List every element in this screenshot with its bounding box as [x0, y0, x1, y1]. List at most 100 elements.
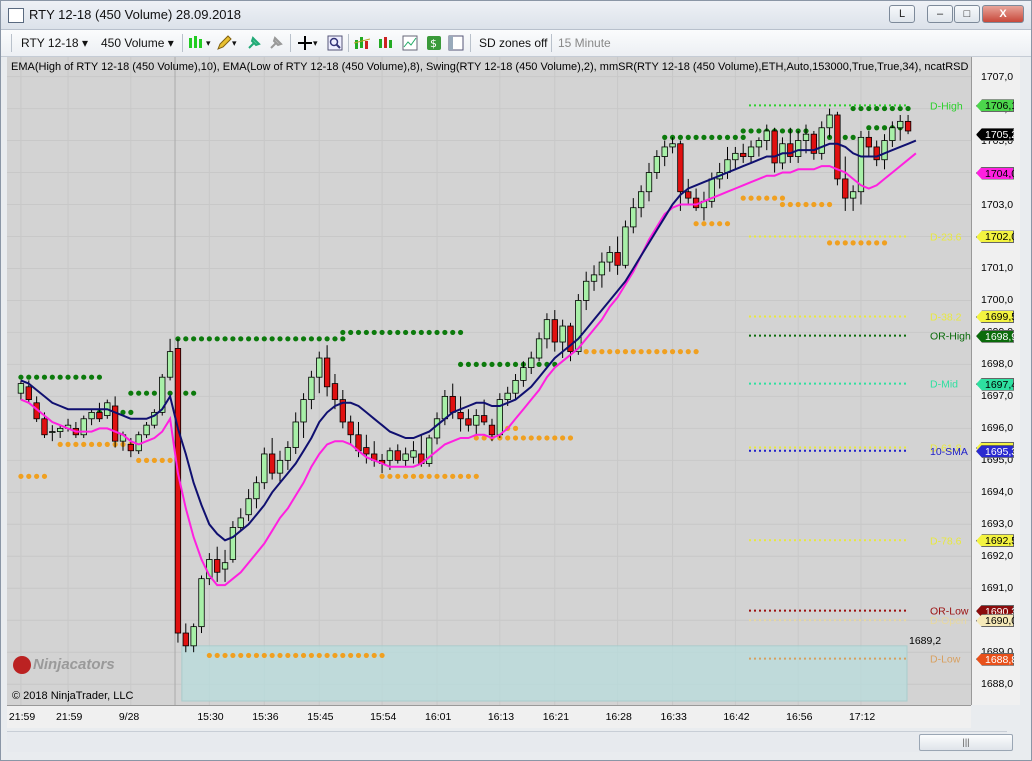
swing-low-dot	[842, 240, 848, 246]
pin-gray-icon[interactable]	[268, 35, 284, 51]
swing-low-dot	[881, 240, 888, 246]
scrollbar-thumb[interactable]: |||	[919, 734, 1013, 751]
candle-up	[316, 357, 323, 378]
candle-up	[308, 376, 315, 400]
candle-up	[229, 527, 237, 560]
bar-style-icon[interactable]	[188, 35, 204, 51]
price-tick-label: 1697,0	[981, 390, 1014, 403]
chart-properties-icon[interactable]	[402, 35, 418, 51]
swing-low-dot	[850, 240, 856, 246]
title-bar[interactable]: RTY 12-18 (450 Volume) 28.09.2018 L – □ …	[1, 1, 1031, 30]
toolbar-separator	[182, 34, 183, 52]
period-selector[interactable]: 450 Volume ▾	[101, 34, 174, 52]
candle-up	[653, 156, 660, 173]
swing-low-dot	[442, 473, 448, 479]
candle-up	[889, 127, 896, 141]
candle-down	[25, 386, 32, 400]
toolbar-separator	[470, 34, 471, 52]
data-box-icon[interactable]	[448, 35, 464, 51]
draw-pencil-icon[interactable]	[216, 35, 232, 51]
swing-high-dot	[693, 134, 699, 140]
swing-high-dot	[866, 125, 872, 131]
swing-high-dot	[497, 361, 503, 368]
swing-high-dot	[128, 409, 134, 415]
swing-high-dot	[748, 128, 754, 134]
sd-zones-toggle[interactable]: SD zones off	[479, 34, 547, 52]
level-label-d-low: D-Low	[930, 654, 961, 666]
swing-high-dot	[18, 374, 24, 380]
swing-low-dot	[520, 435, 526, 441]
level-label-d-mid: D-Mid	[930, 379, 958, 391]
candle-up	[559, 325, 566, 343]
zoom-icon[interactable]	[327, 35, 343, 51]
swing-high-dot	[756, 128, 762, 134]
swing-low-dot	[379, 652, 385, 659]
candlestick-chart[interactable]: D-HighD-23.6D-38.2OR-HighD-MidD-61.810-S…	[7, 57, 971, 705]
instrument-selector[interactable]: RTY 12-18 ▾	[21, 34, 88, 52]
swing-low-dot	[826, 240, 833, 246]
swing-low-dot	[709, 221, 715, 227]
swing-low-dot	[795, 201, 801, 208]
price-tag-d-high: 1706,1	[976, 99, 1014, 113]
candle-up	[826, 114, 833, 129]
candle-up	[49, 431, 56, 433]
candle-up	[724, 159, 731, 173]
swing-low-dot	[465, 473, 472, 479]
candle-up	[598, 261, 606, 276]
swing-high-dot	[332, 336, 338, 342]
price-tick-label: 1691,0	[981, 582, 1014, 595]
swing-low-dot	[308, 652, 315, 659]
strategies-icon[interactable]	[378, 35, 394, 51]
link-button[interactable]: L	[889, 5, 915, 23]
close-button[interactable]: X	[982, 5, 1024, 23]
candle-down	[127, 443, 134, 452]
swing-high-dot	[418, 329, 424, 336]
swing-low-dot	[560, 435, 566, 441]
level-label-or-high: OR-High	[930, 331, 971, 343]
interval-selector[interactable]: 15 Minute	[558, 34, 611, 52]
price-tag-current: 1705,2	[976, 128, 1014, 142]
swing-high-dot	[230, 336, 236, 342]
swing-high-dot	[340, 329, 346, 336]
swing-low-dot	[607, 349, 613, 355]
toolbar-separator	[348, 34, 349, 52]
swing-high-dot	[355, 329, 362, 336]
pin-icon[interactable]	[246, 35, 262, 51]
dollar-icon[interactable]: $	[426, 35, 442, 51]
swing-low-dot	[253, 652, 260, 659]
chevron-down-icon: ▾	[81, 36, 88, 50]
maximize-button[interactable]: □	[954, 5, 980, 23]
demand-zone-box	[181, 645, 908, 702]
price-chart-panel[interactable]: D-High D-23.6 D-38.2 OR-High D-Mid D-61.8 10-S…	[7, 57, 971, 705]
candle-up	[276, 459, 284, 474]
swing-low-dot	[65, 441, 71, 447]
candle-up	[143, 424, 150, 436]
time-tick-label: 15:36	[252, 711, 279, 723]
candle-up	[818, 127, 825, 154]
swing-high-dot	[740, 134, 746, 140]
minimize-button[interactable]: –	[927, 5, 953, 23]
chevron-down-icon[interactable]: ▾	[232, 34, 237, 52]
chevron-down-icon[interactable]: ▾	[313, 34, 318, 52]
candle-down	[771, 130, 778, 164]
swing-low-dot	[622, 349, 629, 355]
swing-low-dot	[614, 349, 621, 355]
chevron-down-icon[interactable]: ▾	[206, 34, 211, 52]
crosshair-icon[interactable]	[297, 35, 313, 51]
copyright-text: © 2018 NinjaTrader, LLC	[12, 690, 134, 702]
time-tick-label: 16:28	[605, 711, 632, 723]
indicators-icon[interactable]	[354, 35, 370, 51]
swing-high-dot	[685, 134, 691, 140]
swing-high-dot	[214, 336, 220, 342]
horizontal-scrollbar[interactable]: |||	[7, 731, 1013, 752]
candle-up	[881, 140, 888, 161]
candle-down	[449, 395, 456, 413]
swing-low-dot	[18, 473, 24, 479]
candle-up	[732, 152, 739, 161]
candle-up	[755, 140, 763, 148]
swing-high-dot	[340, 336, 346, 342]
candle-up	[802, 133, 810, 141]
candle-down	[174, 348, 182, 634]
swing-low-dot	[387, 473, 393, 479]
candle-up	[433, 418, 441, 439]
